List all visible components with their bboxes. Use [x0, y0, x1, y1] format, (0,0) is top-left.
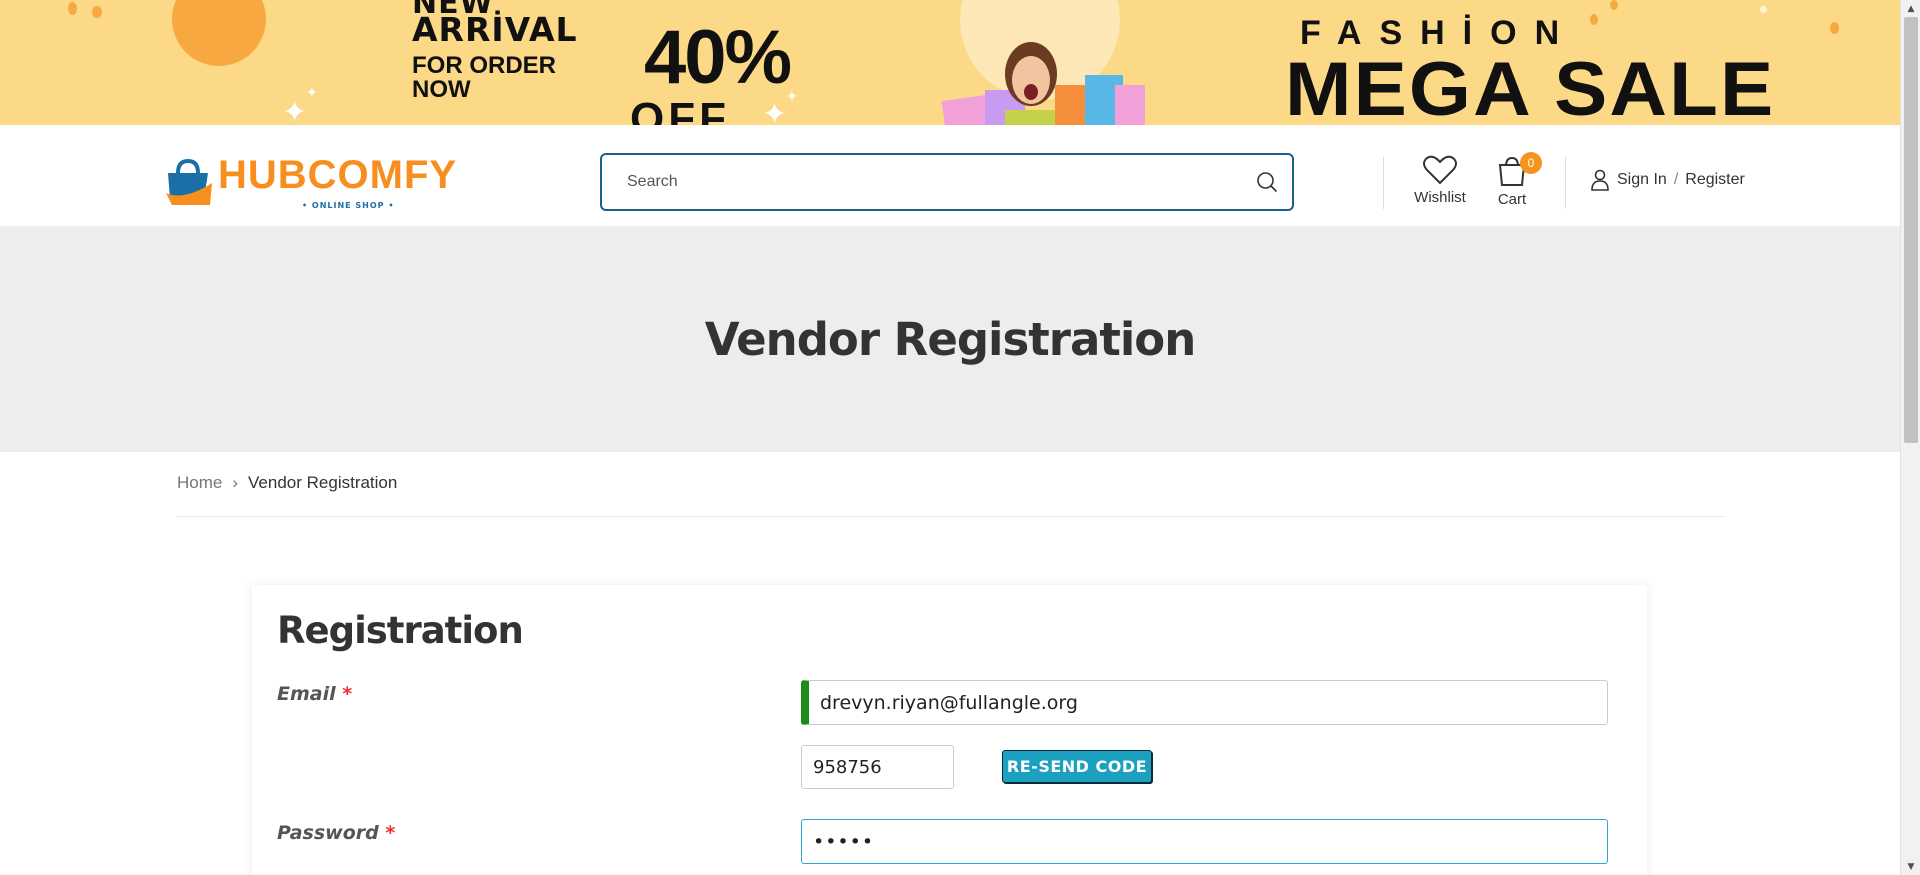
- banner-mega-sale-text: MEGA SALE: [1285, 47, 1776, 125]
- sparkle-icon: ✦: [762, 97, 788, 126]
- resend-code-button[interactable]: RE-SEND CODE: [1002, 750, 1152, 783]
- required-asterisk: *: [385, 822, 396, 844]
- banner-confetti: [1830, 22, 1839, 34]
- sparkle-icon: ✦: [306, 85, 318, 101]
- chevron-right-icon: ›: [232, 473, 239, 492]
- breadcrumb-current: Vendor Registration: [248, 473, 398, 492]
- sparkle-icon: ✦: [282, 95, 308, 126]
- sign-in-link[interactable]: Sign In: [1617, 171, 1667, 189]
- banner-arrival-text: ARRİVAL: [412, 10, 578, 49]
- registration-form-card: Registration Email * RE-SEND CODE Passwo…: [252, 585, 1647, 875]
- scroll-down-arrow-icon[interactable]: ▼: [1901, 858, 1920, 875]
- register-link[interactable]: Register: [1685, 171, 1745, 189]
- header-divider: [1383, 157, 1384, 209]
- email-label-text: Email: [277, 683, 336, 705]
- wishlist-link[interactable]: Wishlist: [1413, 155, 1467, 206]
- banner-confetti: [92, 6, 102, 18]
- site-logo[interactable]: HUBCOMFY • ONLINE SHOP •: [164, 153, 474, 213]
- page-title: Vendor Registration: [704, 312, 1196, 366]
- cart-count-badge: 0: [1520, 152, 1542, 174]
- verification-code-field[interactable]: [801, 745, 954, 789]
- password-label-text: Password: [277, 822, 379, 844]
- cart-link[interactable]: 0 Cart: [1492, 152, 1542, 208]
- cart-label: Cart: [1497, 191, 1527, 208]
- account-links: Sign In / Register: [1590, 169, 1745, 191]
- promo-banner[interactable]: ✦ ✦ ✦ ✦ NEW ARRİVAL FOR ORDER NOW 40% OF…: [0, 0, 1900, 125]
- banner-discount-text: 40%: [644, 15, 792, 100]
- banner-confetti: [1760, 6, 1767, 13]
- breadcrumb-divider: [177, 516, 1725, 517]
- required-asterisk: *: [342, 683, 353, 705]
- banner-sun-decoration: [172, 0, 266, 66]
- email-label: Email *: [277, 683, 352, 705]
- logo-subtext: • ONLINE SHOP •: [302, 201, 395, 210]
- banner-confetti: [68, 2, 77, 15]
- scroll-up-arrow-icon[interactable]: ▲: [1901, 0, 1920, 17]
- search-button[interactable]: [1242, 155, 1292, 209]
- breadcrumb-home-link[interactable]: Home: [177, 473, 222, 493]
- password-field[interactable]: [801, 819, 1608, 864]
- banner-confetti: [1610, 0, 1618, 10]
- heart-icon: [1423, 155, 1457, 185]
- account-separator: /: [1673, 171, 1679, 188]
- site-header: HUBCOMFY • ONLINE SHOP • Wishlist 0 Cart: [0, 125, 1900, 226]
- search-input[interactable]: [602, 155, 1242, 209]
- header-divider: [1565, 157, 1566, 209]
- shopping-bag-icon: [166, 159, 212, 205]
- user-icon: [1591, 169, 1609, 191]
- page-title-band: Vendor Registration: [0, 226, 1900, 452]
- email-field[interactable]: [801, 680, 1608, 725]
- vertical-scrollbar[interactable]: ▲ ▼: [1900, 0, 1920, 875]
- banner-off-text: OFF: [630, 94, 730, 125]
- breadcrumb: Home › Vendor Registration: [177, 473, 397, 493]
- wishlist-label: Wishlist: [1414, 189, 1466, 206]
- password-label: Password *: [277, 822, 395, 844]
- form-heading: Registration: [277, 609, 524, 652]
- banner-now-text: NOW: [412, 76, 471, 103]
- banner-confetti: [1590, 14, 1598, 25]
- logo-text: HUBCOMFY: [218, 153, 458, 197]
- shopping-woman-illustration: [941, 42, 1145, 125]
- search-icon: [1257, 172, 1278, 193]
- scrollbar-thumb[interactable]: [1904, 17, 1918, 443]
- search-bar: [600, 153, 1294, 211]
